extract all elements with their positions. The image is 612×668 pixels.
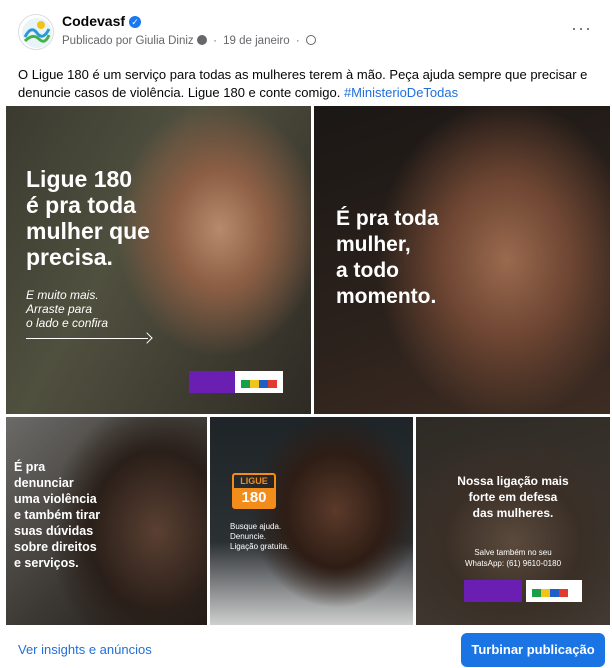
- post-meta: Publicado por Giulia Diniz · 19 de janei…: [62, 35, 316, 47]
- post-date[interactable]: 19 de janeiro: [223, 35, 290, 47]
- tile1-headline: Ligue 180 é pra toda mulher que precisa.: [26, 166, 150, 270]
- tile5-headline: Nossa ligação mais forte em defesa das m…: [416, 473, 610, 521]
- published-by[interactable]: Publicado por Giulia Diniz: [62, 35, 194, 47]
- photo-gallery: Ligue 180 é pra toda mulher que precisa.…: [6, 106, 610, 625]
- tile4-info: Busque ajuda. Denuncie. Ligação gratuita…: [230, 522, 289, 552]
- tile2-headline: É pra toda mulher, a todo momento.: [336, 206, 439, 310]
- tile3-line: sobre direitos: [14, 540, 97, 554]
- ligue-label: LIGUE: [240, 476, 268, 486]
- tile2-headline-line: É pra toda: [336, 207, 439, 230]
- info-icon[interactable]: [196, 35, 207, 45]
- tile1-sub-line: Arraste para: [26, 302, 93, 316]
- ligue-180-logo: LIGUE 180: [232, 473, 276, 509]
- author-name[interactable]: Codevasf ✓: [62, 13, 142, 29]
- swipe-arrow-icon: [141, 332, 153, 344]
- tile5-whatsapp-line: WhatsApp: (61) 9610-0180: [464, 559, 562, 568]
- tile1-subtext: E muito mais. Arraste para o lado e conf…: [26, 288, 108, 330]
- tile5-headline-line: forte em defesa: [468, 490, 558, 504]
- tile1-sub-line: o lado e confira: [26, 316, 109, 330]
- tile1-headline-line: é pra toda: [26, 192, 136, 218]
- tile1-sub-line: E muito mais.: [26, 288, 99, 302]
- hashtag-link[interactable]: #MinisterioDeTodas: [344, 85, 458, 100]
- post-body: O Ligue 180 é um serviço para todas as m…: [18, 67, 588, 100]
- ministry-logo: [464, 580, 522, 602]
- tile1-headline-line: Ligue 180: [26, 166, 133, 192]
- meta-separator: ·: [295, 35, 300, 47]
- tile1-headline-line: mulher que: [26, 218, 150, 244]
- tile5-whatsapp: Salve também no seu WhatsApp: (61) 9610-…: [416, 547, 610, 569]
- tile3-line: uma violência: [14, 492, 97, 506]
- verified-badge-icon: ✓: [129, 16, 142, 28]
- government-logo: [189, 371, 283, 393]
- meta-separator: ·: [213, 35, 217, 47]
- brasil-logo-icon: [241, 380, 277, 388]
- brasil-logo: [235, 371, 283, 393]
- tile2-headline-line: mulher,: [336, 233, 411, 256]
- government-logo: [464, 580, 584, 602]
- codevasf-logo-icon: [22, 18, 52, 48]
- tile3-text: É pra denunciar uma violência e também t…: [14, 459, 100, 571]
- tile3-line: denunciar: [14, 476, 74, 490]
- ligue-number: 180: [234, 488, 274, 507]
- gallery-photo-5[interactable]: Nossa ligação mais forte em defesa das m…: [416, 417, 610, 625]
- more-options-icon[interactable]: ···: [571, 18, 592, 39]
- gallery-photo-3[interactable]: É pra denunciar uma violência e também t…: [6, 417, 207, 625]
- tile2-headline-line: a todo: [336, 259, 399, 282]
- tile3-line: e também tirar: [14, 508, 101, 522]
- tile5-whatsapp-line: Salve também no seu: [474, 548, 552, 557]
- post-header: Codevasf ✓ Publicado por Giulia Diniz · 1…: [0, 0, 612, 58]
- author-name-text[interactable]: Codevasf: [62, 13, 125, 29]
- tile5-headline-line: das mulheres.: [472, 506, 554, 520]
- swipe-arrow-line: [26, 338, 148, 339]
- tile4-info-line: Busque ajuda.: [230, 522, 282, 531]
- tile3-line: e serviços.: [14, 556, 79, 570]
- tile4-info-line: Ligação gratuita.: [230, 542, 290, 551]
- post-footer: Ver insights e anúncios Turbinar publica…: [0, 630, 612, 668]
- gallery-photo-1[interactable]: Ligue 180 é pra toda mulher que precisa.…: [6, 106, 311, 414]
- tile3-line: suas dúvidas: [14, 524, 94, 538]
- tile2-headline-line: momento.: [336, 285, 437, 308]
- tile3-line: É pra: [14, 460, 46, 474]
- gallery-photo-4[interactable]: LIGUE 180 Busque ajuda. Denuncie. Ligaçã…: [210, 417, 413, 625]
- boost-post-button[interactable]: Turbinar publicação: [461, 633, 605, 667]
- page-avatar[interactable]: [18, 14, 54, 50]
- brasil-logo-icon: [532, 589, 568, 597]
- tile1-headline-line: precisa.: [26, 244, 113, 270]
- ministry-logo: [189, 371, 235, 393]
- post-text: O Ligue 180 é um serviço para todas as m…: [18, 66, 608, 102]
- insights-link[interactable]: Ver insights e anúncios: [18, 642, 152, 657]
- gallery-photo-2[interactable]: É pra toda mulher, a todo momento.: [314, 106, 610, 414]
- globe-icon[interactable]: [305, 35, 316, 45]
- tile5-headline-line: Nossa ligação mais: [457, 474, 569, 488]
- brasil-logo: [526, 580, 582, 602]
- tile4-info-line: Denuncie.: [230, 532, 267, 541]
